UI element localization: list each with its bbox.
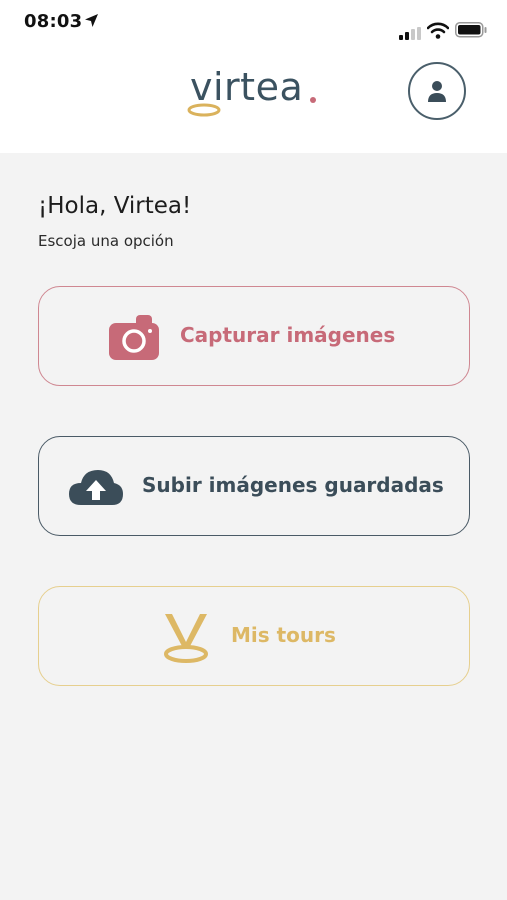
capture-images-label: Capturar imágenes [180, 323, 396, 347]
logo-text: virtea [190, 65, 304, 109]
profile-button[interactable] [408, 62, 466, 120]
location-arrow-icon [84, 13, 99, 32]
capture-images-button[interactable]: Capturar imágenes [38, 286, 470, 386]
greeting-title: ¡Hola, Virtea! [38, 193, 192, 219]
my-tours-button[interactable]: Mis tours [38, 586, 470, 686]
logo-dot [310, 97, 316, 103]
status-time: 08:03 [24, 11, 83, 32]
battery-icon [455, 22, 487, 42]
virtea-logo: virtea [186, 68, 326, 120]
wifi-icon [426, 22, 450, 43]
top-bar: 08:03 virtea [0, 0, 507, 153]
my-tours-label: Mis tours [231, 623, 336, 647]
upload-saved-images-label: Subir imágenes guardadas [142, 473, 444, 497]
cellular-signal-icon [399, 25, 421, 44]
user-icon [428, 81, 446, 102]
virtea-v-icon [163, 612, 209, 668]
cloud-upload-icon [69, 468, 123, 510]
camera-icon [109, 314, 159, 364]
greeting-subtitle: Escoja una opción [38, 232, 174, 250]
upload-saved-images-button[interactable]: Subir imágenes guardadas [38, 436, 470, 536]
